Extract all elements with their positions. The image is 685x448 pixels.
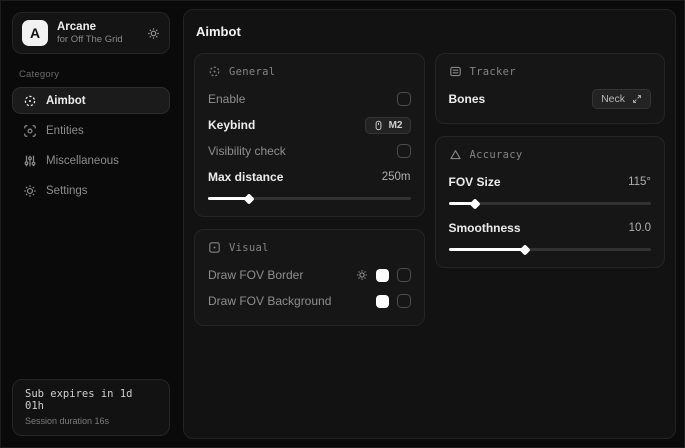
crosshair-icon bbox=[208, 65, 221, 78]
keybind-button[interactable]: M2 bbox=[365, 117, 411, 134]
gear-icon[interactable] bbox=[356, 269, 368, 281]
subscription-status-card: Sub expires in 1d 01h Session duration 1… bbox=[12, 379, 170, 436]
sliders-icon bbox=[23, 154, 37, 168]
sub-expiry-text: Sub expires in 1d 01h bbox=[25, 388, 157, 412]
image-icon bbox=[208, 241, 221, 254]
tracker-card: Tracker Bones Neck bbox=[435, 53, 666, 124]
sidebar-item-entities[interactable]: Entities bbox=[12, 117, 170, 144]
enable-label: Enable bbox=[208, 92, 245, 106]
sidebar-item-miscellaneous[interactable]: Miscellaneous bbox=[12, 147, 170, 174]
visibility-check-checkbox[interactable] bbox=[397, 144, 411, 158]
sidebar-item-settings[interactable]: Settings bbox=[12, 177, 170, 204]
triangle-icon bbox=[449, 148, 462, 161]
slider-thumb[interactable] bbox=[469, 198, 480, 209]
bones-selected-value: Neck bbox=[601, 93, 625, 105]
app-window: A Arcane for Off The Grid Category bbox=[0, 0, 685, 448]
mouse-icon bbox=[373, 120, 384, 131]
fov-border-color-swatch[interactable] bbox=[376, 269, 389, 282]
draw-fov-background-label: Draw FOV Background bbox=[208, 294, 331, 308]
slider-thumb[interactable] bbox=[243, 193, 254, 204]
gear-icon[interactable] bbox=[147, 27, 160, 40]
scan-eye-icon bbox=[23, 124, 37, 138]
bones-select-button[interactable]: Neck bbox=[592, 89, 651, 109]
max-distance-label: Max distance bbox=[208, 170, 283, 184]
sidebar: A Arcane for Off The Grid Category bbox=[1, 1, 181, 447]
smoothness-slider[interactable] bbox=[449, 245, 652, 254]
app-logo: A bbox=[22, 20, 48, 46]
fov-size-label: FOV Size bbox=[449, 175, 501, 189]
category-nav: Aimbot Entities bbox=[12, 87, 170, 204]
draw-fov-background-checkbox[interactable] bbox=[397, 294, 411, 308]
keybind-value: M2 bbox=[389, 120, 403, 131]
content-panel: Aimbot General bbox=[183, 9, 676, 439]
smoothness-label: Smoothness bbox=[449, 221, 521, 235]
page-title: Aimbot bbox=[196, 24, 665, 39]
draw-fov-border-checkbox[interactable] bbox=[397, 268, 411, 282]
enable-checkbox[interactable] bbox=[397, 92, 411, 106]
session-duration-text: Session duration 16s bbox=[25, 416, 157, 426]
sidebar-item-label: Entities bbox=[46, 125, 84, 137]
keybind-label: Keybind bbox=[208, 118, 255, 132]
gear-icon bbox=[23, 184, 37, 198]
app-name: Arcane bbox=[57, 20, 138, 34]
max-distance-value: 250m bbox=[382, 171, 411, 183]
general-card: General Enable Keybind bbox=[194, 53, 425, 217]
tracker-icon bbox=[449, 65, 462, 78]
category-label: Category bbox=[19, 69, 163, 80]
expand-icon bbox=[632, 94, 642, 104]
visibility-check-label: Visibility check bbox=[208, 144, 286, 158]
bones-label: Bones bbox=[449, 92, 486, 106]
sidebar-item-aimbot[interactable]: Aimbot bbox=[12, 87, 170, 114]
visual-card: Visual Draw FOV Border bbox=[194, 229, 425, 326]
fov-size-slider[interactable] bbox=[449, 199, 652, 208]
sidebar-item-label: Miscellaneous bbox=[46, 155, 119, 167]
accuracy-card: Accuracy FOV Size 115° Smoothness bbox=[435, 136, 666, 268]
sidebar-item-label: Aimbot bbox=[46, 95, 86, 107]
smoothness-value: 10.0 bbox=[629, 222, 651, 234]
sidebar-item-label: Settings bbox=[46, 185, 88, 197]
main-area: Aimbot General bbox=[181, 1, 684, 447]
card-title: General bbox=[229, 66, 275, 78]
card-title: Accuracy bbox=[470, 149, 523, 161]
fov-size-value: 115° bbox=[628, 176, 651, 188]
card-title: Tracker bbox=[470, 66, 516, 78]
draw-fov-border-label: Draw FOV Border bbox=[208, 268, 303, 282]
max-distance-slider[interactable] bbox=[208, 194, 411, 203]
app-subtitle: for Off The Grid bbox=[57, 34, 138, 46]
crosshair-icon bbox=[23, 94, 37, 108]
app-header-card: A Arcane for Off The Grid bbox=[12, 12, 170, 54]
fov-background-color-swatch[interactable] bbox=[376, 295, 389, 308]
slider-thumb[interactable] bbox=[520, 244, 531, 255]
card-title: Visual bbox=[229, 242, 269, 254]
